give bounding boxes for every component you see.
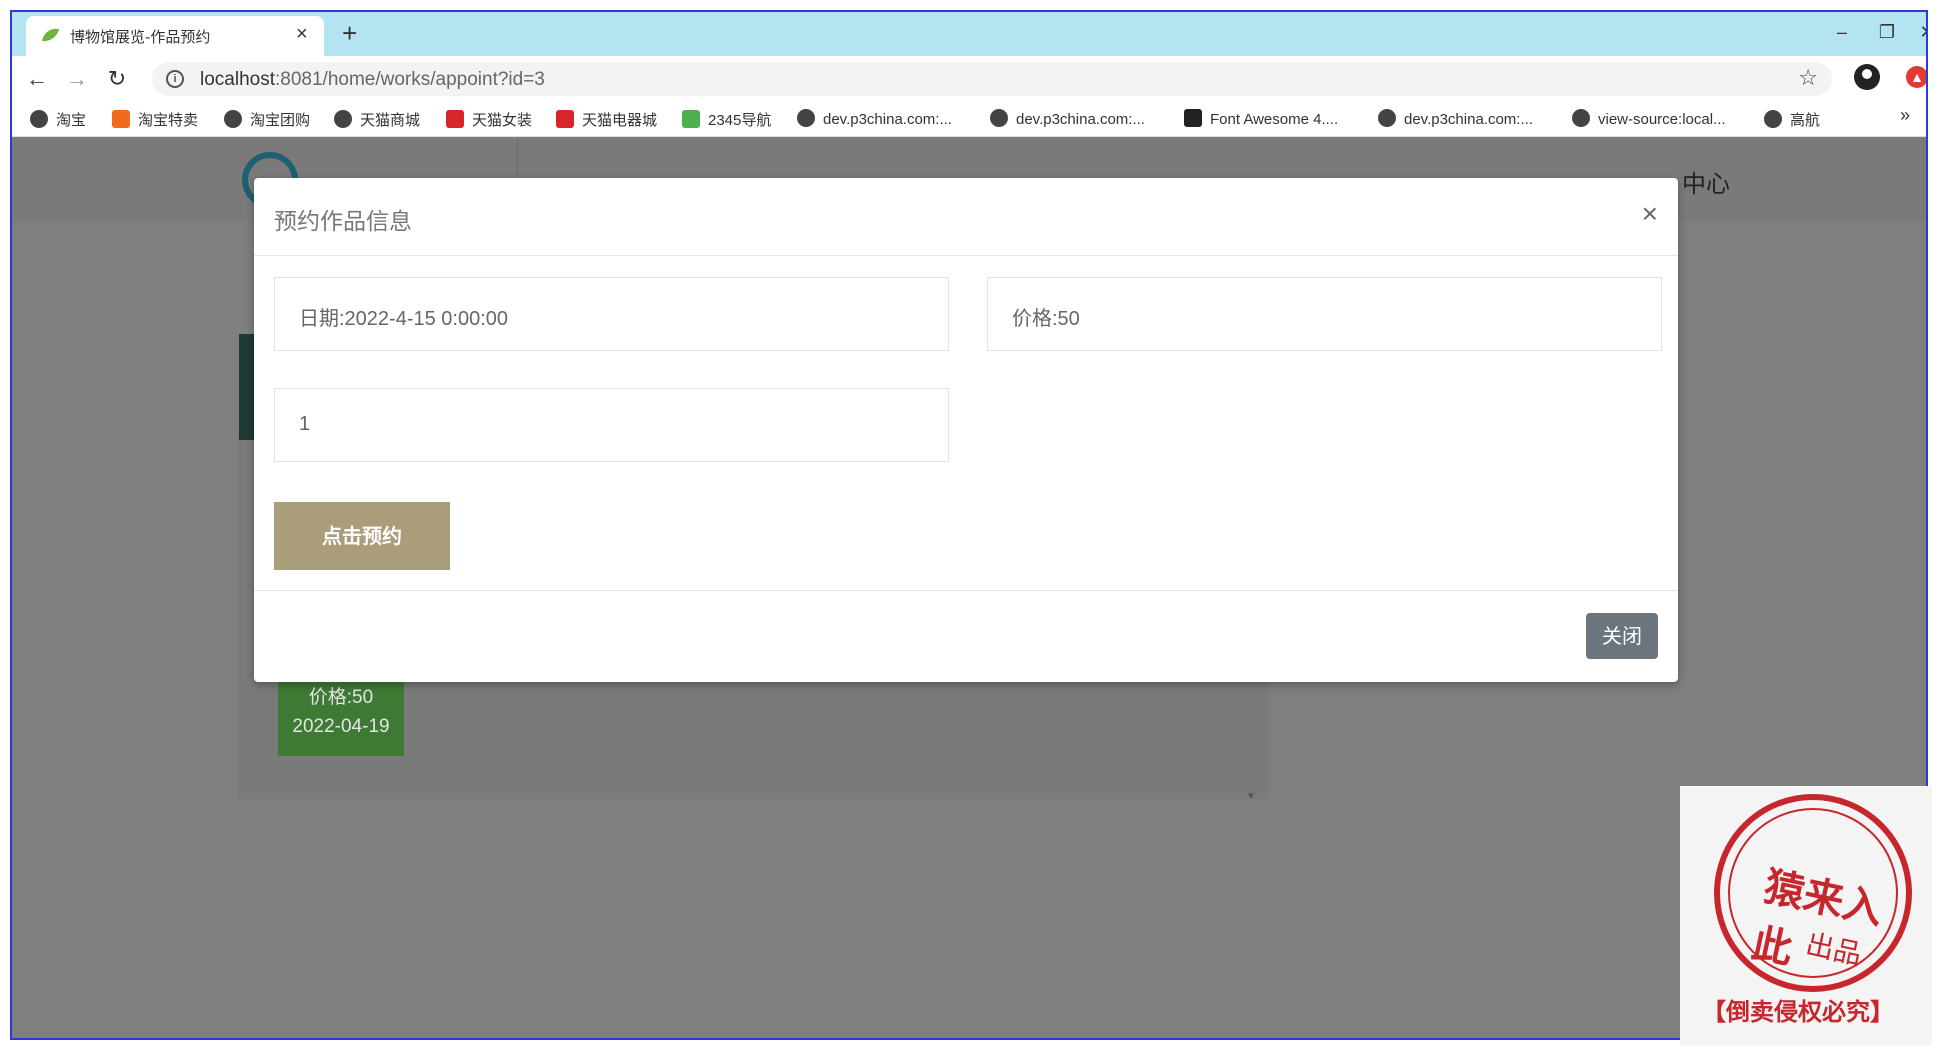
bookmarks-more-button[interactable]: » xyxy=(1900,105,1910,126)
bookmark-item[interactable]: Font Awesome 4.... xyxy=(1184,109,1338,128)
leaf-icon xyxy=(42,28,59,42)
nav-link-center[interactable]: 中心 xyxy=(1682,164,1730,199)
modal-footer: 关闭 xyxy=(254,590,1678,682)
reload-icon[interactable]: ↻ xyxy=(102,64,132,94)
back-arrow-icon[interactable]: ← xyxy=(22,64,52,94)
browser-window: 博物馆展览-作品预约 × + – ❐ ✕ ← → ↻ i localhost:8… xyxy=(10,10,1928,1040)
bookmark-label: 天猫电器城 xyxy=(582,112,658,129)
quantity-field-value: 1 xyxy=(299,413,311,435)
jd-icon xyxy=(556,110,574,128)
bookmark-item[interactable]: 淘宝特卖 xyxy=(112,109,198,130)
bookmark-item[interactable]: dev.p3china.com:... xyxy=(990,109,1145,128)
globe-icon xyxy=(334,110,352,128)
stamp-ring: 猿来入此 出品 xyxy=(1714,794,1912,992)
address-toolbar: ← → ↻ i localhost:8081/home/works/appoin… xyxy=(12,56,1926,101)
date-field[interactable]: 日期:2022-4-15 0:00:00 xyxy=(274,277,949,351)
restore-icon[interactable]: ❐ xyxy=(1872,20,1902,44)
globe-icon xyxy=(1572,109,1590,127)
close-x-icon[interactable]: × xyxy=(1642,200,1658,228)
bookmark-label: 淘宝特卖 xyxy=(138,112,199,129)
url-text[interactable]: localhost:8081/home/works/appoint?id=3 xyxy=(200,69,545,91)
bookmark-label: dev.p3china.com:... xyxy=(1016,111,1145,128)
tab-close-icon[interactable]: × xyxy=(296,23,308,45)
bookmark-label: 2345导航 xyxy=(708,112,772,129)
watermark-stamp: 猿来入此 出品 【倒卖侵权必究】 xyxy=(1680,786,1932,1046)
card-price: 价格:50 xyxy=(308,687,374,708)
close-button[interactable]: 关闭 xyxy=(1586,613,1658,659)
minimize-icon[interactable]: – xyxy=(1827,20,1857,44)
modal-header: 预约作品信息 × xyxy=(254,178,1678,256)
tab-strip: 博物馆展览-作品预约 × + – ❐ ✕ xyxy=(12,12,1926,56)
bookmark-item[interactable]: view-source:local... xyxy=(1572,109,1726,128)
bookmark-label: 天猫商城 xyxy=(360,112,421,129)
globe-icon xyxy=(1378,109,1396,127)
stamp-footer-text: 【倒卖侵权必究】 xyxy=(1702,997,1894,1026)
bookmark-item[interactable]: 天猫电器城 xyxy=(556,109,657,130)
bookmark-item[interactable]: 2345导航 xyxy=(682,109,771,130)
globe-icon xyxy=(30,110,48,128)
globe-icon xyxy=(1764,110,1782,128)
bookmark-label: 高航 xyxy=(1790,112,1821,129)
card-date: 2022-04-19 xyxy=(292,716,390,737)
bookmark-label: 淘宝 xyxy=(56,112,87,129)
globe-icon xyxy=(224,110,242,128)
bookmark-label: 天猫女装 xyxy=(472,112,533,129)
bookmark-item[interactable]: 天猫商城 xyxy=(334,109,420,130)
flag-icon xyxy=(1184,109,1202,127)
tab-title: 博物馆展览-作品预约 xyxy=(70,28,211,46)
bookmark-star-icon[interactable]: ☆ xyxy=(1798,65,1818,91)
2345-icon xyxy=(682,110,700,128)
bookmark-item[interactable]: dev.p3china.com:... xyxy=(797,109,952,128)
bookmark-item[interactable]: 淘宝 xyxy=(30,109,86,130)
scroll-down-arrow-icon[interactable]: ▼ xyxy=(1246,791,1256,802)
bookmark-label: Font Awesome 4.... xyxy=(1210,111,1339,128)
window-close-icon[interactable]: ✕ xyxy=(1912,20,1926,44)
price-field-value: 价格:50 xyxy=(1012,308,1080,330)
date-field-value: 日期:2022-4-15 0:00:00 xyxy=(299,308,509,330)
address-bar[interactable]: i localhost:8081/home/works/appoint?id=3… xyxy=(152,62,1832,96)
url-host: localhost xyxy=(200,69,275,90)
globe-icon xyxy=(990,109,1008,127)
globe-icon xyxy=(797,109,815,127)
site-info-icon[interactable]: i xyxy=(166,70,184,88)
bookmark-label: 淘宝团购 xyxy=(250,112,311,129)
new-tab-button[interactable]: + xyxy=(342,20,357,46)
bookmark-label: view-source:local... xyxy=(1598,111,1726,128)
browser-tab-active[interactable]: 博物馆展览-作品预约 × xyxy=(26,16,324,56)
bookmark-item[interactable]: 高航 xyxy=(1764,109,1820,130)
screenshot-frame: 博物馆展览-作品预约 × + – ❐ ✕ ← → ↻ i localhost:8… xyxy=(0,0,1947,1057)
extension-icon[interactable]: ▲ xyxy=(1906,66,1926,88)
tmall-icon xyxy=(446,110,464,128)
bookmark-item[interactable]: 淘宝团购 xyxy=(224,109,310,130)
bookmark-label: dev.p3china.com:... xyxy=(823,111,952,128)
bookmarks-bar: 淘宝 淘宝特卖 淘宝团购 天猫商城 天猫女装 天猫电器城 2345导航 dev.… xyxy=(12,101,1926,137)
quantity-field[interactable]: 1 xyxy=(274,388,949,462)
profile-avatar-icon[interactable] xyxy=(1854,64,1880,90)
url-path: :8081/home/works/appoint?id=3 xyxy=(275,69,545,90)
price-field[interactable]: 价格:50 xyxy=(987,277,1662,351)
bookmark-label: dev.p3china.com:... xyxy=(1404,111,1533,128)
bookmark-item[interactable]: 天猫女装 xyxy=(446,109,532,130)
bookmark-item[interactable]: dev.p3china.com:... xyxy=(1378,109,1533,128)
modal-title: 预约作品信息 xyxy=(274,209,412,235)
forward-arrow-icon[interactable]: → xyxy=(62,64,92,94)
appoint-button[interactable]: 点击预约 xyxy=(274,502,450,570)
appointment-modal: 预约作品信息 × 日期:2022-4-15 0:00:00 价格:50 1 点击… xyxy=(254,178,1678,682)
taobao-icon xyxy=(112,110,130,128)
